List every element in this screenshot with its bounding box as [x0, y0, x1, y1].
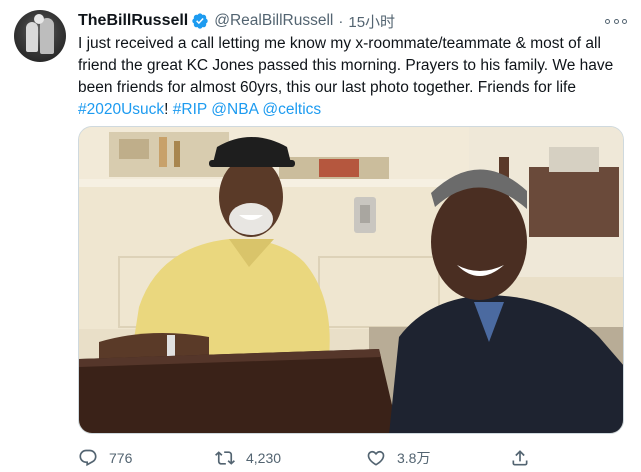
handle[interactable]: @RealBillRussell — [214, 12, 333, 30]
avatar-figure — [40, 18, 54, 54]
display-name[interactable]: TheBillRussell — [78, 12, 188, 30]
tweet-text: I just received a call letting me know m… — [78, 33, 623, 121]
share-button[interactable] — [510, 447, 541, 469]
mention-celtics[interactable]: @celtics — [262, 101, 321, 118]
reply-count: 776 — [109, 450, 133, 466]
tweet-header: TheBillRussell @RealBillRussell · 15小时 — [78, 11, 395, 31]
retweet-icon — [215, 451, 235, 465]
hashtag-2020usuck[interactable]: #2020Usuck — [78, 101, 164, 118]
retweet-count: 4,230 — [246, 450, 282, 466]
avatar-figure — [34, 14, 44, 24]
tweet[interactable]: TheBillRussell @RealBillRussell · 15小时 I… — [0, 0, 641, 472]
more-dot — [613, 18, 619, 24]
separator-dot: · — [338, 12, 344, 30]
more-dot — [605, 18, 610, 24]
mention-nba[interactable]: @NBA — [211, 101, 258, 118]
share-icon — [512, 450, 528, 466]
avatar-figure — [26, 22, 38, 52]
reply-button[interactable]: 776 — [78, 447, 132, 469]
more-options-icon[interactable] — [605, 12, 627, 30]
tweet-text-main: I just received a call letting me know m… — [78, 35, 614, 96]
timestamp[interactable]: 15小时 — [348, 11, 395, 32]
photo-illustration — [79, 127, 623, 433]
tweet-text-punct: ! — [164, 101, 173, 118]
retweet-button[interactable]: 4,230 — [215, 447, 281, 469]
tweet-photo[interactable] — [78, 126, 624, 434]
tweet-actions: 776 4,230 3.8万 — [78, 447, 548, 469]
like-count: 3.8万 — [397, 450, 431, 466]
avatar[interactable] — [14, 10, 66, 62]
more-dot — [622, 18, 627, 24]
hashtag-rip[interactable]: #RIP — [173, 101, 207, 118]
heart-icon — [367, 450, 385, 466]
like-button[interactable]: 3.8万 — [366, 447, 430, 469]
verified-badge-icon — [191, 12, 209, 30]
reply-icon — [79, 449, 97, 467]
